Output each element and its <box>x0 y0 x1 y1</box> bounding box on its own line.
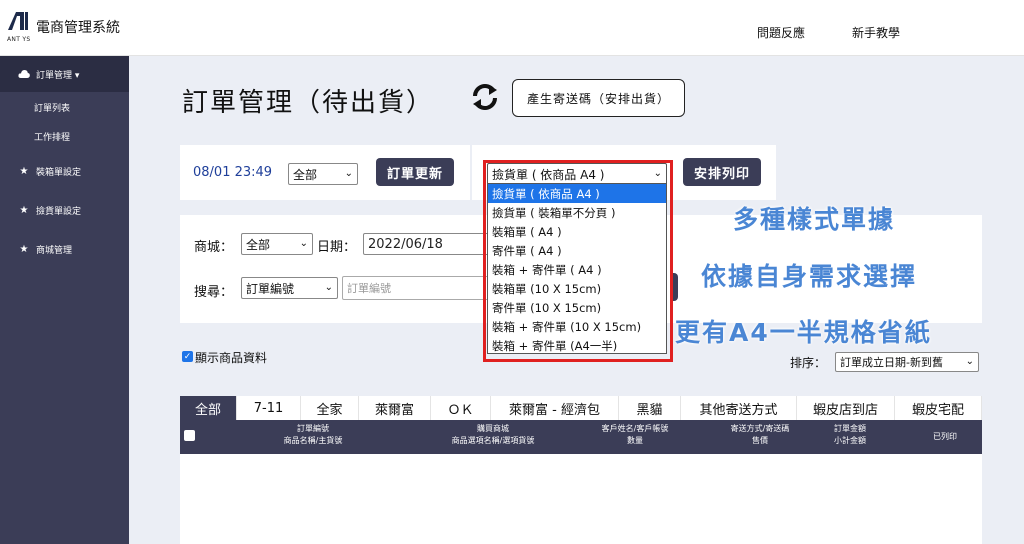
sheet-type-select[interactable]: 撿貨單 ( 依商品 A4 ) ⌄ <box>487 163 667 185</box>
header-line: 商品名稱/主貨號 <box>283 436 343 445</box>
sheet-option[interactable]: 裝箱 + 寄件單 (10 X 15cm) <box>488 317 666 336</box>
chevron-down-icon: ⌄ <box>653 168 662 179</box>
tab-hilife[interactable]: 萊爾富 <box>359 396 431 420</box>
sheet-option[interactable]: 寄件單 (10 X 15cm) <box>488 298 666 317</box>
column-header-printed[interactable]: 已列印 <box>915 431 975 443</box>
tab-ok[interactable]: ＯＫ <box>431 396 491 420</box>
tab-711[interactable]: 7-11 <box>237 396 301 420</box>
sheet-option[interactable]: 裝箱 + 寄件單 ( A4 ) <box>488 260 666 279</box>
column-header-customer[interactable]: 客戶姓名/客戶帳號 數量 <box>580 423 690 447</box>
select-all-checkbox[interactable] <box>184 430 195 441</box>
sidebar-item-work-schedule[interactable]: 工作排程 <box>0 124 129 148</box>
header-line: 寄送方式/寄送碼 <box>730 424 790 433</box>
select-value: 訂單成立日期-新到舊 <box>840 356 943 369</box>
date-label: 日期： <box>317 240 357 255</box>
tab-shopee-store[interactable]: 蝦皮店到店 <box>797 396 895 420</box>
table-header: 訂單編號 商品名稱/主貨號 購買商城 商品選項名稱/選項貨號 客戶姓名/客戶帳號… <box>180 420 982 454</box>
tab-hilife-economy[interactable]: 萊爾富 - 經濟包 <box>491 396 619 420</box>
star-icon: ★ <box>19 204 29 216</box>
header-line: 商品選項名稱/選項貨號 <box>451 436 535 445</box>
search-button[interactable] <box>670 273 678 301</box>
select-value: 撿貨單 ( 依商品 A4 ) <box>492 167 605 182</box>
search-label: 搜尋： <box>194 285 234 300</box>
sort-label: 排序： <box>790 356 827 370</box>
star-icon: ★ <box>19 165 29 177</box>
sidebar-item-picking-settings[interactable]: ★ 撿貨單設定 <box>0 192 129 228</box>
sheet-type-options: 撿貨單 ( 依商品 A4 ) 撿貨單 ( 裝箱單不分頁 ) 裝箱單 ( A4 )… <box>487 183 667 354</box>
header-line: 小計金額 <box>834 436 866 445</box>
header-line: 訂單編號 <box>297 424 329 433</box>
tutorial-link[interactable]: 新手教學 <box>852 24 900 41</box>
select-value: 訂單編號 <box>246 281 295 296</box>
column-header-order[interactable]: 訂單編號 商品名稱/主貨號 <box>248 423 378 447</box>
sheet-option[interactable]: 寄件單 ( A4 ) <box>488 241 666 260</box>
page-title: 訂單管理（待出貨） <box>182 88 435 118</box>
sidebar: 訂單管理 ▾ 訂單列表 工作排程 ★ 裝箱單設定 ★ 撿貨單設定 ★ 商城管理 <box>0 56 129 544</box>
annotation-line-1: 多種樣式單據 <box>733 205 896 234</box>
header-line: 購買商城 <box>477 424 509 433</box>
tab-shopee-home[interactable]: 蝦皮宅配 <box>895 396 982 420</box>
chevron-down-icon: ⌄ <box>344 168 353 179</box>
sheet-option[interactable]: 裝箱 + 寄件單 (A4一半) <box>488 336 666 355</box>
sidebar-item-order-list[interactable]: 訂單列表 <box>0 95 129 119</box>
store-select[interactable]: 全部 ⌄ <box>241 233 313 255</box>
generate-shipping-code-button[interactable]: 產生寄送碼（安排出貨） <box>512 79 685 117</box>
sheet-option[interactable]: 撿貨單 ( 依商品 A4 ) <box>488 184 666 203</box>
last-update-time: 08/01 23:49 <box>193 165 273 180</box>
sidebar-item-label: 商城管理 <box>36 245 73 256</box>
sheet-option[interactable]: 裝箱單 (10 X 15cm) <box>488 279 666 298</box>
sidebar-item-label: 訂單管理 ▾ <box>36 70 80 81</box>
sidebar-item-packing-settings[interactable]: ★ 裝箱單設定 <box>0 153 129 189</box>
logo-subtext: ANT YS <box>7 36 31 43</box>
top-bar: ANT YS 電商管理系統 問題反應 新手教學 <box>0 0 1024 56</box>
feedback-link[interactable]: 問題反應 <box>757 24 805 41</box>
header-line: 售價 <box>752 436 768 445</box>
show-product-checkbox[interactable]: ✓ <box>182 351 193 362</box>
star-icon: ★ <box>19 243 29 255</box>
sidebar-item-label: 裝箱單設定 <box>36 167 82 178</box>
header-line: 客戶姓名/客戶帳號 <box>601 424 669 433</box>
tab-family-mart[interactable]: 全家 <box>301 396 359 420</box>
search-input[interactable]: 訂單編號 <box>342 276 490 300</box>
arrange-print-button[interactable]: 安排列印 <box>683 158 761 186</box>
chevron-down-icon: ⌄ <box>965 356 974 367</box>
column-header-amount[interactable]: 訂單金額 小計金額 <box>820 423 880 447</box>
tab-all[interactable]: 全部 <box>180 396 237 420</box>
column-header-store[interactable]: 購買商城 商品選項名稱/選項貨號 <box>418 423 568 447</box>
select-value: 全部 <box>246 237 271 252</box>
header-line: 數量 <box>627 436 643 445</box>
show-product-label: 顯示商品資料 <box>195 351 268 365</box>
chevron-down-icon: ⌄ <box>299 238 308 249</box>
select-value: 全部 <box>293 167 318 182</box>
sidebar-item-store-management[interactable]: ★ 商城管理 <box>0 231 129 267</box>
order-filter-select[interactable]: 全部 ⌄ <box>288 163 358 185</box>
header-line: 已列印 <box>933 432 957 441</box>
date-field[interactable]: 2022/06/18 <box>363 233 489 255</box>
sort-select[interactable]: 訂單成立日期-新到舊 ⌄ <box>835 352 979 372</box>
tab-other-shipping[interactable]: 其他寄送方式 <box>681 396 797 420</box>
column-header-shipping[interactable]: 寄送方式/寄送碼 售價 <box>710 423 810 447</box>
refresh-icon[interactable] <box>470 82 500 112</box>
app-logo[interactable]: ANT YS <box>6 10 36 46</box>
update-orders-button[interactable]: 訂單更新 <box>376 158 454 186</box>
app-title: 電商管理系統 <box>36 20 120 36</box>
cloud-icon <box>18 68 30 80</box>
store-label: 商城： <box>194 240 234 255</box>
sidebar-item-label: 撿貨單設定 <box>36 206 82 217</box>
sidebar-item-order-management[interactable]: 訂單管理 ▾ <box>0 56 129 92</box>
sheet-option[interactable]: 裝箱單 ( A4 ) <box>488 222 666 241</box>
tab-black-cat[interactable]: 黑貓 <box>619 396 681 420</box>
header-line: 訂單金額 <box>834 424 866 433</box>
chevron-down-icon: ⌄ <box>324 282 333 293</box>
annotation-line-3: 更有A4一半規格省紙 <box>675 318 932 347</box>
search-field-select[interactable]: 訂單編號 ⌄ <box>241 277 338 299</box>
annotation-line-2: 依據自身需求選擇 <box>701 262 918 291</box>
table-body <box>180 454 982 544</box>
sheet-option[interactable]: 撿貨單 ( 裝箱單不分頁 ) <box>488 203 666 222</box>
logo-icon <box>8 12 28 30</box>
